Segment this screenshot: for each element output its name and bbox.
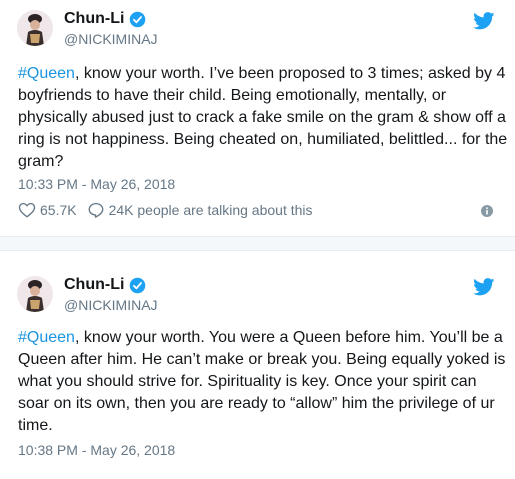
tweet-card-2: Chun-Li @NICKIMINAJ #Queen, know your wo… <box>0 251 515 479</box>
tweet-timestamp[interactable]: 10:33 PM - May 26, 2018 <box>18 176 175 192</box>
talking-count[interactable]: 24K people are talking about this <box>109 202 313 218</box>
hashtag-link[interactable]: #Queen <box>18 329 75 346</box>
verified-badge-icon <box>130 11 146 27</box>
avatar[interactable] <box>17 276 53 312</box>
info-icon[interactable] <box>481 205 493 217</box>
speech-bubble-icon[interactable] <box>87 201 105 219</box>
avatar-image <box>17 276 53 312</box>
author-row: Chun-Li <box>64 10 146 28</box>
author-name[interactable]: Chun-Li <box>64 276 124 294</box>
twitter-bird-icon[interactable] <box>473 12 495 30</box>
tweet-divider <box>0 236 515 251</box>
tweet-actions: 65.7K 24K people are talking about this <box>18 201 313 219</box>
tweet-body: , know your worth. You were a Queen befo… <box>18 329 506 434</box>
tweet-timestamp[interactable]: 10:38 PM - May 26, 2018 <box>18 442 175 458</box>
twitter-bird-icon[interactable] <box>473 278 495 296</box>
tweet-text: #Queen, know your worth. You were a Quee… <box>18 327 508 437</box>
tweet-text: #Queen, know your worth. I’ve been propo… <box>18 63 508 173</box>
author-name[interactable]: Chun-Li <box>64 10 124 28</box>
author-row: Chun-Li <box>64 276 146 294</box>
avatar-image <box>17 10 53 46</box>
tweet-card-1: Chun-Li @NICKIMINAJ #Queen, know your wo… <box>0 0 515 236</box>
verified-badge-icon <box>130 277 146 293</box>
avatar[interactable] <box>17 10 53 46</box>
like-count[interactable]: 65.7K <box>40 202 77 218</box>
hashtag-link[interactable]: #Queen <box>18 65 75 82</box>
author-handle[interactable]: @NICKIMINAJ <box>64 31 158 47</box>
tweet-body: , know your worth. I’ve been proposed to… <box>18 65 508 170</box>
author-handle[interactable]: @NICKIMINAJ <box>64 297 158 313</box>
heart-icon[interactable] <box>18 201 36 219</box>
